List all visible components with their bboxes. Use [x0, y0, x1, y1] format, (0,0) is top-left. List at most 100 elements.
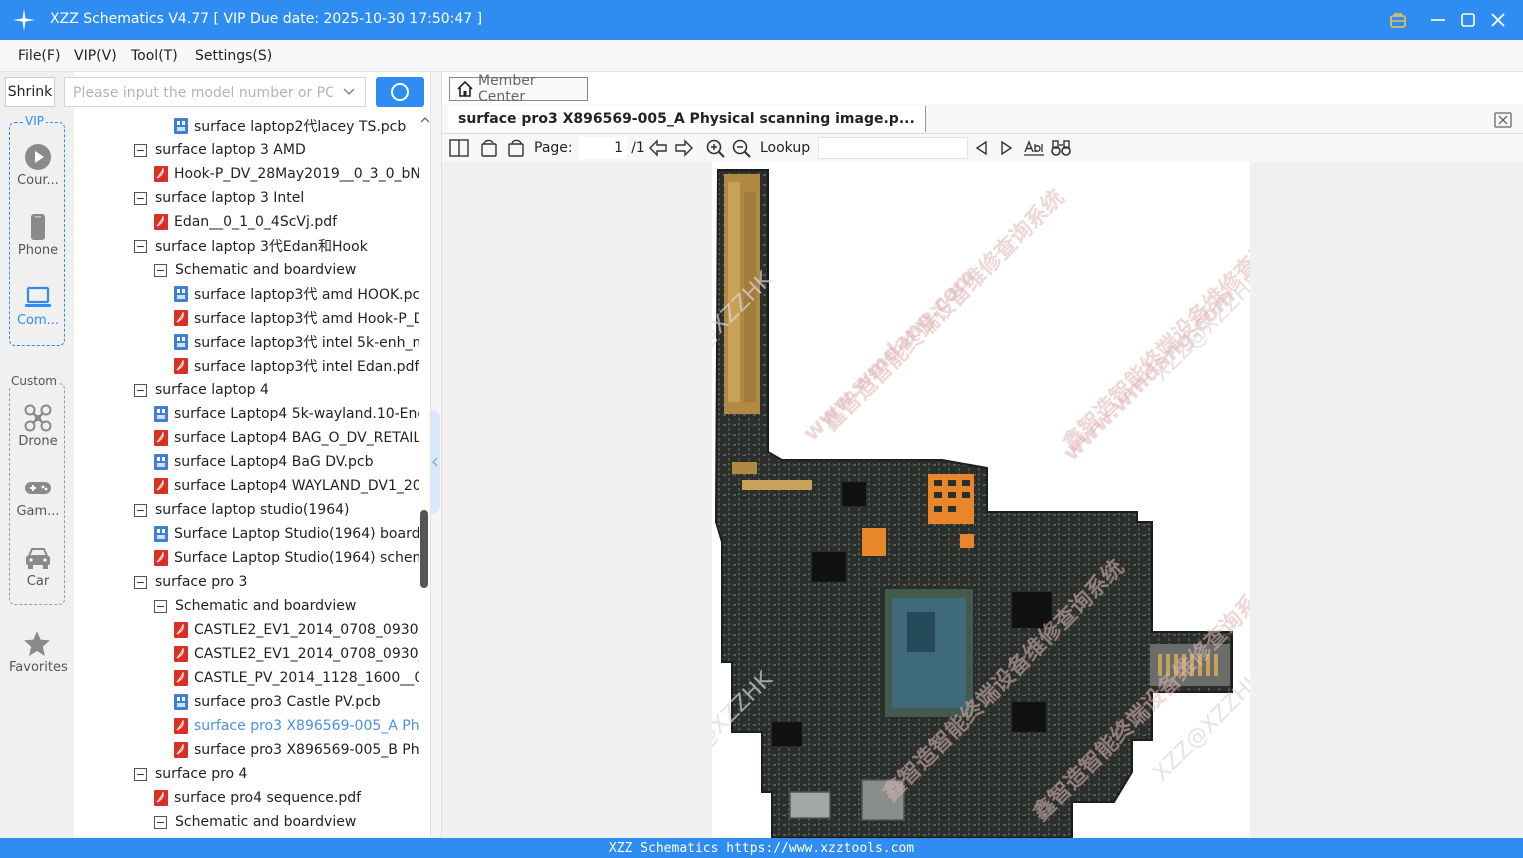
tree-file-node[interactable]: Surface Laptop Studio(1964) schema — [154, 546, 419, 570]
tree-file-node[interactable]: Surface Laptop Studio(1964) boardv — [154, 522, 419, 546]
tree-file-node[interactable]: surface Laptop4 BaG DV.pcb — [154, 450, 373, 474]
tree-node-label: surface laptop3代 amd Hook-P_D — [194, 311, 419, 327]
collapse-toggle-icon[interactable]: − — [134, 143, 147, 157]
search-input[interactable] — [73, 83, 333, 103]
tree-file-node[interactable]: Edan__0_1_0_4ScVj.pdf — [154, 210, 337, 234]
tree-folder-node[interactable]: − Schematic and boardview — [154, 258, 356, 282]
tree-node-label: Schematic and boardview — [175, 262, 357, 278]
match-case-button[interactable] — [1023, 137, 1045, 159]
collapse-toggle-icon[interactable]: − — [134, 767, 147, 781]
maximize-icon[interactable] — [1456, 8, 1480, 32]
laptop-icon — [25, 286, 51, 307]
rotate-left-icon — [481, 139, 497, 157]
tree-file-node[interactable]: CASTLE_PV_2014_1128_1600__0_( — [174, 666, 419, 690]
pcb-file-icon — [174, 118, 188, 134]
tree-folder-node[interactable]: − surface laptop studio(1964) — [134, 498, 350, 522]
tree-folder-node[interactable]: − surface laptop 3 AMD — [134, 138, 306, 162]
tree-file-node[interactable]: surface pro3 X896569-005_B Phys — [174, 738, 419, 762]
document-tab[interactable]: surface pro3 X896569-005_A Physical scan… — [448, 106, 926, 132]
collapse-toggle-icon[interactable]: − — [134, 239, 147, 253]
menu-tool[interactable]: Tool(T) — [131, 48, 178, 64]
tree-file-node[interactable]: CASTLE2_EV1_2014_0708_0930.pd — [174, 618, 419, 642]
tree-folder-node[interactable]: − surface laptop 3 Intel — [134, 186, 304, 210]
tree-node-label: surface Laptop4 BaG DV.pcb — [174, 454, 374, 470]
tree-node-label: Surface Laptop Studio(1964) boardv — [174, 526, 419, 542]
category-game[interactable]: Gam... — [10, 474, 66, 519]
tree-node-label: CASTLE2_EV1_2014_0708_0930__( — [194, 646, 419, 662]
tree-file-node[interactable]: surface laptop3代 amd Hook-P_D — [174, 306, 419, 330]
watermark-xzz-2: XZZ@XZZHK — [1149, 267, 1250, 386]
tree-folder-node[interactable]: − Schematic and boardview — [154, 810, 356, 834]
tree-file-node[interactable]: surface pro3 X896569-005_A Phys — [174, 714, 419, 738]
category-car[interactable]: Car — [10, 544, 66, 589]
minimize-icon[interactable] — [1426, 8, 1450, 32]
vip-bag-icon[interactable] — [1386, 8, 1410, 32]
favorites-button[interactable]: Favorites — [9, 630, 68, 675]
page-number-input[interactable]: 1 — [579, 137, 627, 159]
two-page-view-button[interactable] — [448, 137, 470, 159]
category-phone[interactable]: Phone — [10, 213, 66, 258]
chevron-down-icon[interactable] — [343, 87, 355, 97]
tree-file-node[interactable]: Hook-P_DV_28May2019__0_3_0_bNi — [154, 162, 419, 186]
collapse-toggle-icon[interactable]: − — [154, 815, 167, 829]
pdf-file-icon — [174, 358, 188, 374]
rotate-left-button[interactable] — [478, 137, 500, 159]
tree-file-node[interactable]: surface pro3 Castle PV.pcb — [174, 690, 381, 714]
lookup-label: Lookup — [760, 140, 811, 156]
pdf-file-icon — [174, 742, 188, 758]
tree-folder-node[interactable]: − Schematic and boardview — [154, 594, 356, 618]
collapse-toggle-icon[interactable]: − — [134, 191, 147, 205]
zoom-out-button[interactable] — [731, 137, 751, 159]
model-search-combobox[interactable] — [64, 77, 366, 107]
category-computer[interactable]: Com... — [10, 283, 66, 328]
tree-file-node[interactable]: CASTLE2_EV1_2014_0708_0930__( — [174, 642, 419, 666]
tree-file-node[interactable]: surface laptop3代 intel 5k-enh_m — [174, 330, 419, 354]
collapse-panel-handle[interactable] — [430, 410, 440, 514]
pcb-file-icon — [154, 526, 168, 542]
tree-file-node[interactable]: surface Laptop4 WAYLAND_DV1_202 — [154, 474, 419, 498]
shrink-button[interactable]: Shrink — [5, 77, 55, 107]
find-previous-button[interactable] — [972, 137, 990, 159]
tree-file-node[interactable]: surface laptop3代 amd HOOK.pcb — [174, 282, 419, 306]
close-tab-icon[interactable] — [1493, 110, 1513, 130]
menu-vip[interactable]: VIP(V) — [74, 48, 117, 64]
collapse-toggle-icon[interactable]: − — [134, 383, 147, 397]
collapse-toggle-icon[interactable]: − — [154, 263, 167, 277]
find-all-button[interactable] — [1050, 137, 1072, 159]
member-center-label: Member Center — [477, 73, 536, 105]
category-drone[interactable]: Drone — [10, 404, 66, 449]
custom-category-group: Custom Drone Gam... Car — [9, 374, 66, 605]
tree-file-node[interactable]: surface Laptop4 BAG_O_DV_RETAIL_ — [154, 426, 419, 450]
collapse-toggle-icon[interactable]: − — [154, 599, 167, 613]
window-title: XZZ Schematics V4.77 [ VIP Due date: 202… — [50, 11, 483, 27]
previous-page-button[interactable] — [648, 137, 668, 159]
close-icon[interactable] — [1486, 8, 1510, 32]
tree-folder-node[interactable]: − surface pro 4 — [134, 762, 247, 786]
menu-file[interactable]: File(F) — [18, 48, 60, 64]
rotate-right-button[interactable] — [505, 137, 527, 159]
arrow-right-icon — [675, 139, 693, 157]
pdf-file-icon — [154, 550, 168, 566]
phone-icon — [31, 214, 45, 240]
find-next-button[interactable] — [998, 137, 1016, 159]
tree-folder-node[interactable]: − surface laptop 3代Edan和Hook — [134, 234, 368, 258]
tree-file-node[interactable]: surface laptop3代 intel Edan.pdf — [174, 354, 419, 378]
pdf-file-icon — [154, 166, 168, 182]
tree-folder-node[interactable]: − surface laptop 4 — [134, 378, 269, 402]
tree-scrollbar[interactable] — [419, 112, 430, 838]
menu-settings[interactable]: Settings(S) — [195, 48, 272, 64]
search-button[interactable] — [376, 77, 424, 107]
scroll-up-icon[interactable] — [420, 116, 430, 124]
category-courses[interactable]: Cour... — [10, 143, 66, 188]
tree-folder-node[interactable]: − surface pro 3 — [134, 570, 247, 594]
tree-scrollbar-thumb[interactable] — [420, 510, 428, 588]
tree-file-node[interactable]: surface Laptop4 5k-wayland.10-Eng. — [154, 402, 419, 426]
collapse-toggle-icon[interactable]: − — [134, 503, 147, 517]
collapse-toggle-icon[interactable]: − — [134, 575, 147, 589]
tree-file-node[interactable]: surface laptop2代lacey TS.pcb — [174, 114, 406, 138]
lookup-input[interactable] — [818, 137, 968, 159]
zoom-in-button[interactable] — [705, 137, 725, 159]
member-center-button[interactable]: Member Center — [449, 73, 588, 105]
tree-file-node[interactable]: surface pro4 sequence.pdf — [154, 786, 361, 810]
next-page-button[interactable] — [674, 137, 694, 159]
